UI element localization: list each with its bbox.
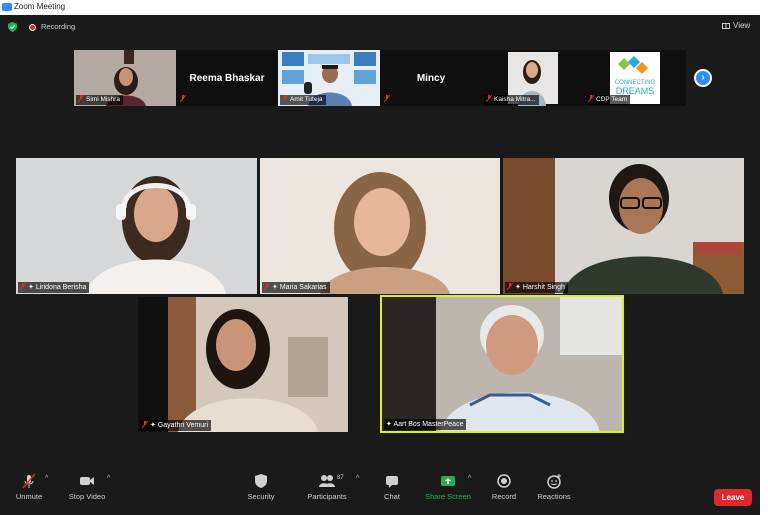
recording-label: Recording [41, 22, 76, 31]
participants-icon [319, 475, 335, 487]
view-label: View [733, 21, 751, 30]
participant-name-placeholder: Mincy [416, 72, 446, 84]
pin-icon: ✦ [515, 284, 521, 291]
muted-mic-icon [78, 95, 84, 102]
reactions-button[interactable]: Reactions [536, 473, 572, 501]
participant-name-label [178, 95, 191, 105]
unmute-label: Unmute [15, 492, 43, 501]
participant-name: Liridona Berisha [35, 284, 87, 291]
share-screen-icon [441, 476, 455, 486]
record-button[interactable]: Record [489, 473, 519, 501]
participant-name: Harshit Singh [522, 284, 565, 291]
participant-name: Aart Bos MasterPeace [393, 421, 464, 428]
security-label: Security [247, 492, 275, 501]
participant-video [503, 158, 744, 294]
audio-options-caret[interactable]: ^ [45, 475, 48, 482]
video-tile-liridona[interactable]: ✦ Liridona Berisha [16, 158, 257, 294]
video-options-caret[interactable]: ^ [107, 475, 110, 482]
share-options-caret[interactable]: ^ [468, 475, 471, 482]
participant-name-label: CDP Team [586, 95, 631, 105]
view-button[interactable]: View [722, 21, 750, 31]
gallery-view-icon [722, 23, 730, 29]
participants-options-caret[interactable]: ^ [356, 475, 359, 482]
participant-video [16, 158, 257, 294]
share-screen-button[interactable]: Share Screen [424, 473, 472, 501]
video-tile-gayathri[interactable]: ✦ Gayathri Vemuri [138, 297, 349, 432]
video-camera-icon [80, 477, 94, 485]
record-icon [497, 474, 511, 488]
muted-mic-icon [588, 95, 594, 102]
participant-video [380, 295, 624, 433]
strip-tile-amit[interactable]: Amit Tuteja [278, 50, 380, 106]
video-tile-aart-active-speaker[interactable]: ✦ Aart Bos MasterPeace [380, 295, 624, 433]
muted-mic-icon [264, 283, 270, 290]
meeting-area: Recording View Simi Mishra Reema Bhaskar [0, 15, 760, 515]
window-titlebar: Zoom Meeting [0, 0, 768, 15]
muted-mic-icon [20, 283, 26, 290]
strip-tile-cdp[interactable]: CONNECTING DREAMS CDP Team [584, 50, 686, 106]
recording-dot-icon [29, 24, 36, 31]
participant-name: CDP Team [596, 96, 628, 103]
chat-label: Chat [384, 492, 400, 501]
chat-bubble-icon [386, 476, 398, 488]
video-tile-harshit[interactable]: ✦ Harshit Singh [503, 158, 744, 294]
muted-microphone-icon [22, 473, 36, 489]
participant-name-label: ✦ Maria Sakarias [262, 282, 330, 293]
participant-name-label: ✦ Liridona Berisha [18, 282, 90, 293]
strip-tile-simi[interactable]: Simi Mishra [74, 50, 176, 106]
participant-name: Maria Sakarias [279, 284, 327, 291]
participant-name: Simi Mishra [86, 96, 120, 103]
participants-label: Participants [307, 492, 347, 501]
strip-tile-mincy[interactable]: Mincy [380, 50, 482, 106]
participant-name-placeholder: Reema Bhaskar [189, 72, 265, 84]
pin-icon: ✦ [386, 421, 392, 428]
next-page-button[interactable]: › [694, 69, 712, 87]
participant-name-label: Simi Mishra [76, 95, 123, 105]
pin-icon: ✦ [150, 422, 156, 429]
window-title: Zoom Meeting [14, 2, 66, 11]
unmute-button[interactable]: Unmute [14, 473, 44, 501]
reactions-label: Reactions [537, 492, 571, 501]
encryption-shield-icon[interactable] [8, 22, 17, 32]
muted-mic-icon [180, 95, 186, 102]
meeting-toolbar: Unmute ^ Stop Video ^ Security Participa… [0, 465, 760, 515]
participant-name-label: ✦ Harshit Singh [505, 282, 568, 293]
pin-icon: ✦ [272, 284, 278, 291]
muted-mic-icon [142, 421, 148, 428]
participant-video [260, 158, 500, 294]
record-label: Record [491, 492, 517, 501]
participant-name: Gayathri Vemuri [157, 422, 209, 429]
chevron-right-icon: › [701, 72, 705, 83]
strip-tile-kaisha[interactable]: Kaisha Mitra... [482, 50, 584, 106]
stop-video-button[interactable]: Stop Video [66, 473, 108, 501]
participant-name-label: Amit Tuteja [280, 95, 326, 105]
participant-name: Kaisha Mitra... [494, 96, 536, 103]
muted-mic-icon [486, 95, 492, 102]
leave-meeting-button[interactable]: Leave [714, 489, 752, 506]
participant-name-label [382, 95, 395, 105]
participant-name-label: Kaisha Mitra... [484, 95, 539, 105]
participant-video [138, 297, 349, 432]
participants-count-badge: 87 [337, 475, 344, 481]
smiley-plus-icon [547, 474, 561, 489]
strip-tile-reema[interactable]: Reema Bhaskar [176, 50, 278, 106]
security-shield-icon [255, 474, 267, 488]
participant-name: Amit Tuteja [290, 96, 323, 103]
pin-icon: ✦ [28, 284, 34, 291]
zoom-app-icon [2, 3, 12, 11]
stop-video-label: Stop Video [68, 492, 106, 501]
muted-mic-icon [282, 95, 288, 102]
muted-mic-icon [384, 95, 390, 102]
participant-name-label: ✦ Aart Bos MasterPeace [384, 419, 467, 430]
participant-name-label: ✦ Gayathri Vemuri [140, 420, 212, 431]
video-tile-maria[interactable]: ✦ Maria Sakarias [260, 158, 500, 294]
muted-mic-icon [507, 283, 513, 290]
share-screen-label: Share Screen [425, 492, 471, 501]
chat-button[interactable]: Chat [380, 473, 404, 501]
security-button[interactable]: Security [245, 473, 277, 501]
